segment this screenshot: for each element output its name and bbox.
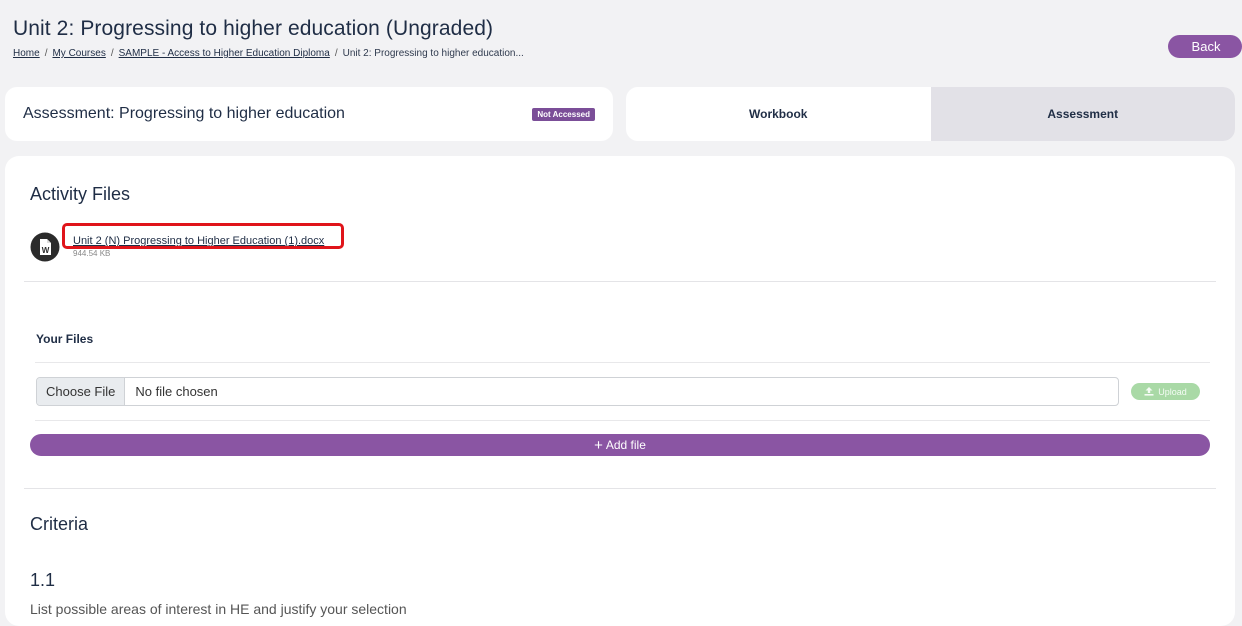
section-divider	[35, 420, 1210, 421]
activity-files-heading: Activity Files	[30, 184, 131, 204]
activity-file-link[interactable]: Unit 2 (N) Progressing to Higher Educati…	[73, 235, 324, 247]
your-files-heading: Your Files	[36, 332, 94, 346]
breadcrumb-separator: /	[44, 48, 48, 59]
section-divider	[24, 281, 1216, 282]
assessment-header-card: Assessment: Progressing to higher educat…	[5, 87, 613, 141]
activity-file-item: W Unit 2 (N) Progressing to Higher Educa…	[30, 232, 360, 272]
breadcrumb-separator: /	[334, 48, 338, 59]
no-file-chosen-text: No file chosen	[135, 384, 218, 399]
breadcrumb: Home / My Courses / SAMPLE - Access to Highe…	[13, 48, 524, 59]
choose-file-button[interactable]: Choose File	[37, 378, 126, 405]
back-button[interactable]: Back	[1168, 35, 1242, 58]
word-doc-icon: W	[30, 232, 60, 262]
tab-workbook[interactable]: Workbook	[626, 87, 931, 141]
svg-text:W: W	[42, 246, 50, 255]
breadcrumb-course-link[interactable]: SAMPLE - Access to Higher Education Dipl…	[119, 48, 330, 59]
status-badge: Not Accessed	[532, 107, 595, 121]
file-upload-input[interactable]: Choose File No file chosen	[36, 377, 1119, 406]
breadcrumb-separator: /	[110, 48, 114, 59]
upload-icon	[1144, 387, 1154, 396]
criteria-heading: Criteria	[30, 514, 89, 534]
main-content-card: Activity Files W Unit 2 (N) Progressing …	[5, 156, 1235, 626]
assessment-title: Assessment: Progressing to higher educat…	[23, 105, 345, 122]
add-file-label: Add file	[605, 438, 646, 452]
section-divider	[24, 488, 1216, 489]
tab-assessment[interactable]: Assessment	[930, 87, 1235, 141]
add-file-button[interactable]: + Add file	[30, 434, 1210, 456]
section-divider	[35, 362, 1210, 363]
page-title: Unit 2: Progressing to higher education …	[13, 17, 494, 40]
upload-label: Upload	[1158, 386, 1187, 397]
view-tabs: Workbook Assessment	[626, 87, 1235, 141]
plus-icon: +	[594, 436, 603, 454]
breadcrumb-home-link[interactable]: Home	[13, 48, 40, 59]
breadcrumb-current: Unit 2: Progressing to higher education.…	[342, 48, 524, 59]
upload-button[interactable]: Upload	[1131, 383, 1200, 400]
criteria-number: 1.1	[30, 570, 56, 590]
activity-file-size: 944.54 KB	[73, 249, 111, 258]
breadcrumb-my-courses-link[interactable]: My Courses	[52, 48, 105, 59]
